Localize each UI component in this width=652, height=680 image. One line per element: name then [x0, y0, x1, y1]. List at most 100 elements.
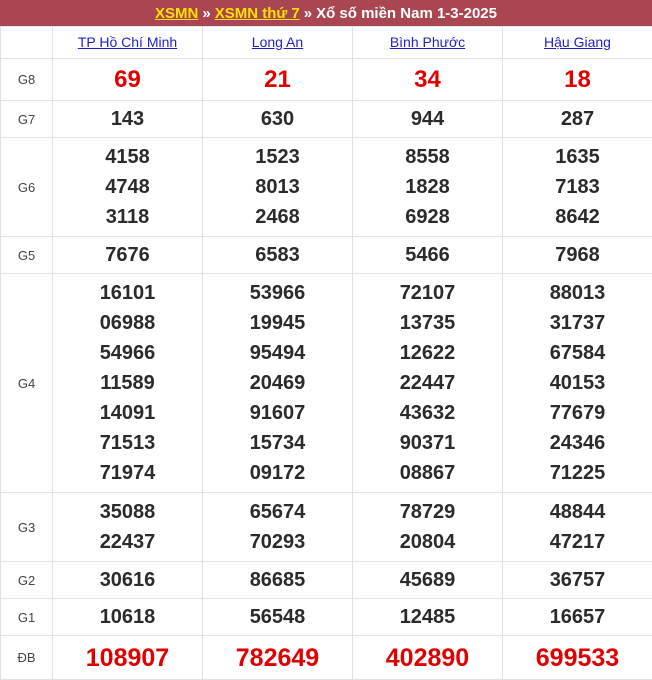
- winning-number: 69: [53, 65, 202, 95]
- winning-number: 35088: [53, 497, 202, 527]
- winning-number: 14091: [53, 398, 202, 428]
- prize-cell: 143: [53, 101, 203, 138]
- winning-number: 8558: [353, 142, 502, 172]
- breadcrumb-link-xsmn[interactable]: XSMN: [155, 5, 198, 22]
- winning-number: 71225: [503, 458, 652, 488]
- winning-number: 1635: [503, 142, 652, 172]
- winning-number: 20804: [353, 527, 502, 557]
- winning-number: 30616: [53, 565, 202, 595]
- prize-label: G2: [1, 562, 53, 599]
- winning-number: 21: [203, 65, 352, 95]
- breadcrumb: XSMN » XSMN thứ 7 » Xổ số miền Nam 1-3-2…: [0, 0, 652, 26]
- winning-number: 12622: [353, 338, 502, 368]
- prize-label: G6: [1, 138, 53, 237]
- province-header: TP Hồ Chí Minh: [53, 27, 203, 59]
- prize-cell: 402890: [353, 636, 503, 680]
- province-link[interactable]: Long An: [252, 34, 303, 50]
- winning-number: 8013: [203, 172, 352, 202]
- prize-row-g1: G110618565481248516657: [1, 599, 652, 636]
- province-link[interactable]: Bình Phước: [390, 34, 465, 50]
- province-link[interactable]: Hậu Giang: [544, 34, 611, 50]
- prize-label: ĐB: [1, 636, 53, 680]
- winning-number: 6928: [353, 202, 502, 232]
- winning-number: 143: [53, 104, 202, 134]
- winning-number: 108907: [53, 643, 202, 673]
- prize-cell: 69: [53, 59, 203, 101]
- prize-cell: 16657: [503, 599, 652, 636]
- page-title: Xổ số miền Nam 1-3-2025: [316, 5, 497, 22]
- winning-number: 22447: [353, 368, 502, 398]
- results-container: XSMN » XSMN thứ 7 » Xổ số miền Nam 1-3-2…: [0, 0, 652, 680]
- winning-number: 4158: [53, 142, 202, 172]
- winning-number: 08867: [353, 458, 502, 488]
- winning-number: 1828: [353, 172, 502, 202]
- winning-number: 91607: [203, 398, 352, 428]
- prize-row-g4: G416101069885496611589140917151371974539…: [1, 274, 652, 493]
- province-header-row: TP Hồ Chí Minh Long An Bình Phước Hậu Gi…: [1, 27, 652, 59]
- winning-number: 78729: [353, 497, 502, 527]
- prize-cell: 88013317376758440153776792434671225: [503, 274, 652, 493]
- prize-cell: 36757: [503, 562, 652, 599]
- winning-number: 90371: [353, 428, 502, 458]
- winning-number: 19945: [203, 308, 352, 338]
- prize-cell: 152380132468: [203, 138, 353, 237]
- prize-cell: 16101069885496611589140917151371974: [53, 274, 203, 493]
- prize-cell: 53966199459549420469916071573409172: [203, 274, 353, 493]
- winning-number: 40153: [503, 368, 652, 398]
- prize-row-g2: G230616866854568936757: [1, 562, 652, 599]
- prize-label: G8: [1, 59, 53, 101]
- winning-number: 16101: [53, 278, 202, 308]
- winning-number: 16657: [503, 602, 652, 632]
- prize-cell: 30616: [53, 562, 203, 599]
- prize-cell: 163571838642: [503, 138, 652, 237]
- winning-number: 2468: [203, 202, 352, 232]
- prize-label: G3: [1, 493, 53, 562]
- prize-cell: 72107137351262222447436329037108867: [353, 274, 503, 493]
- winning-number: 67584: [503, 338, 652, 368]
- prize-cell: 415847483118: [53, 138, 203, 237]
- winning-number: 7183: [503, 172, 652, 202]
- winning-number: 45689: [353, 565, 502, 595]
- winning-number: 06988: [53, 308, 202, 338]
- winning-number: 53966: [203, 278, 352, 308]
- prize-cell: 18: [503, 59, 652, 101]
- winning-number: 31737: [503, 308, 652, 338]
- province-link[interactable]: TP Hồ Chí Minh: [78, 34, 177, 50]
- winning-number: 699533: [503, 643, 652, 673]
- province-header: Long An: [203, 27, 353, 59]
- prize-cell: 7872920804: [353, 493, 503, 562]
- winning-number: 65674: [203, 497, 352, 527]
- prize-cell: 56548: [203, 599, 353, 636]
- prize-cell: 86685: [203, 562, 353, 599]
- winning-number: 72107: [353, 278, 502, 308]
- winning-number: 782649: [203, 643, 352, 673]
- prize-cell: 5466: [353, 237, 503, 274]
- prize-cell: 7968: [503, 237, 652, 274]
- province-header: Bình Phước: [353, 27, 503, 59]
- prize-row-g6: G641584748311815238013246885581828692816…: [1, 138, 652, 237]
- winning-number: 7676: [53, 240, 202, 270]
- winning-number: 95494: [203, 338, 352, 368]
- winning-number: 402890: [353, 643, 502, 673]
- province-header: Hậu Giang: [503, 27, 652, 59]
- prize-rows: G869213418G7143630944287G641584748311815…: [1, 59, 652, 680]
- prize-row-g8: G869213418: [1, 59, 652, 101]
- winning-number: 13735: [353, 308, 502, 338]
- breadcrumb-link-xsmn-thu-7[interactable]: XSMN thứ 7: [215, 5, 300, 22]
- winning-number: 86685: [203, 565, 352, 595]
- prize-label: G7: [1, 101, 53, 138]
- prize-cell: 630: [203, 101, 353, 138]
- winning-number: 5466: [353, 240, 502, 270]
- winning-number: 1523: [203, 142, 352, 172]
- winning-number: 15734: [203, 428, 352, 458]
- prize-cell: 10618: [53, 599, 203, 636]
- winning-number: 3118: [53, 202, 202, 232]
- results-table: TP Hồ Chí Minh Long An Bình Phước Hậu Gi…: [0, 26, 652, 680]
- winning-number: 48844: [503, 497, 652, 527]
- prize-cell: 21: [203, 59, 353, 101]
- winning-number: 09172: [203, 458, 352, 488]
- winning-number: 56548: [203, 602, 352, 632]
- winning-number: 22437: [53, 527, 202, 557]
- prize-row-g7: G7143630944287: [1, 101, 652, 138]
- prize-cell: 108907: [53, 636, 203, 680]
